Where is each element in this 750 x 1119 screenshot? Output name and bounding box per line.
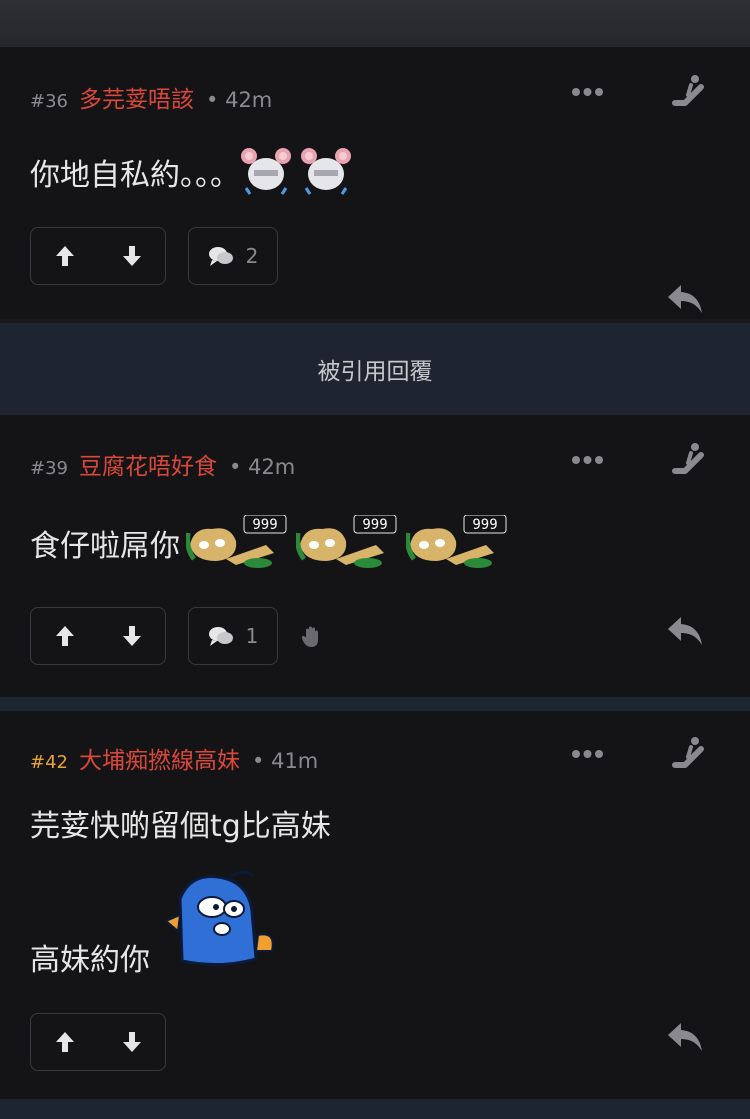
post-number: #42 [30,752,68,773]
blue-penguin-sticker [164,871,274,967]
more-options-icon[interactable] [571,749,604,759]
dog-phone-emoji: 999 [296,515,397,568]
sticker-text: 999 [362,517,387,533]
sticker-text: 999 [472,517,497,533]
post-39: #39 豆腐花唔好食 • 42m 食仔啦屌你 999 999 999 1 [0,415,750,697]
vote-group [30,607,166,665]
escalate-icon[interactable] [671,735,707,771]
post-text: 芫荽快啲留個tg比高妹 [30,809,331,844]
downvote-arrow-icon[interactable] [121,1030,143,1054]
reply-icon[interactable] [666,1021,704,1053]
post-meta: #36 多芫荽唔該 • 42m [30,80,272,114]
post-content: 你地自私約。。。 [30,147,356,197]
username-link[interactable]: 豆腐花唔好食 [79,447,217,481]
upvote-arrow-icon[interactable] [54,244,76,268]
separator-dot: • [206,88,219,112]
username-link[interactable]: 大埔痴撚線高妹 [79,741,240,775]
top-bar [0,0,750,47]
comments-button[interactable]: 1 [188,607,278,665]
dog-phone-emoji: 999 [186,515,287,568]
comment-count: 2 [245,244,259,268]
comment-count: 1 [245,624,259,648]
escalate-icon[interactable] [671,73,707,109]
post-number: #36 [30,91,68,112]
reply-icon[interactable] [666,283,704,315]
upvote-arrow-icon[interactable] [54,624,76,648]
comment-bubble-icon [208,627,233,646]
separator-dot: • [252,749,265,773]
post-number: #39 [30,458,68,479]
dog-phone-emoji: 999 [406,515,507,568]
post-text: 高妹約你 [30,943,150,978]
post-text: 食仔啦屌你 [30,529,180,564]
separator-dot: • [229,455,242,479]
comment-bubble-icon [208,247,233,266]
post-time: 41m [271,749,319,773]
downvote-arrow-icon[interactable] [121,244,143,268]
post-meta: #39 豆腐花唔好食 • 42m [30,447,295,481]
reply-icon[interactable] [666,615,704,647]
post-meta: #42 大埔痴撚線高妹 • 41m [30,741,318,775]
more-options-icon[interactable] [571,87,604,97]
escalate-icon[interactable] [671,441,707,477]
upvote-arrow-icon[interactable] [54,1030,76,1054]
username-link[interactable]: 多芫荽唔該 [79,80,194,114]
post-36: #36 多芫荽唔該 • 42m 你地自私約。。。 2 [0,47,750,319]
post-text: 你地自私約。。。 [30,158,240,193]
sticker-text: 999 [252,517,277,533]
post-42: #42 大埔痴撚線高妹 • 41m 芫荽快啲留個tg比高妹 高妹約你 [0,711,750,1099]
comments-button[interactable]: 2 [188,227,278,285]
vote-group [30,227,166,285]
quoted-replies-button[interactable]: 被引用回覆 [0,323,750,415]
raised-hand-icon[interactable] [300,625,324,649]
vote-group [30,1013,166,1071]
more-options-icon[interactable] [571,455,604,465]
post-content-line1: 芫荽快啲留個tg比高妹 [30,803,331,844]
post-time: 42m [225,88,273,112]
mouse-crying-emoji [241,148,351,195]
post-content-line2: 高妹約你 [30,937,150,978]
post-content: 食仔啦屌你 999 999 999 [30,513,510,573]
quoted-replies-label: 被引用回覆 [317,359,433,385]
downvote-arrow-icon[interactable] [121,624,143,648]
post-time: 42m [248,455,296,479]
